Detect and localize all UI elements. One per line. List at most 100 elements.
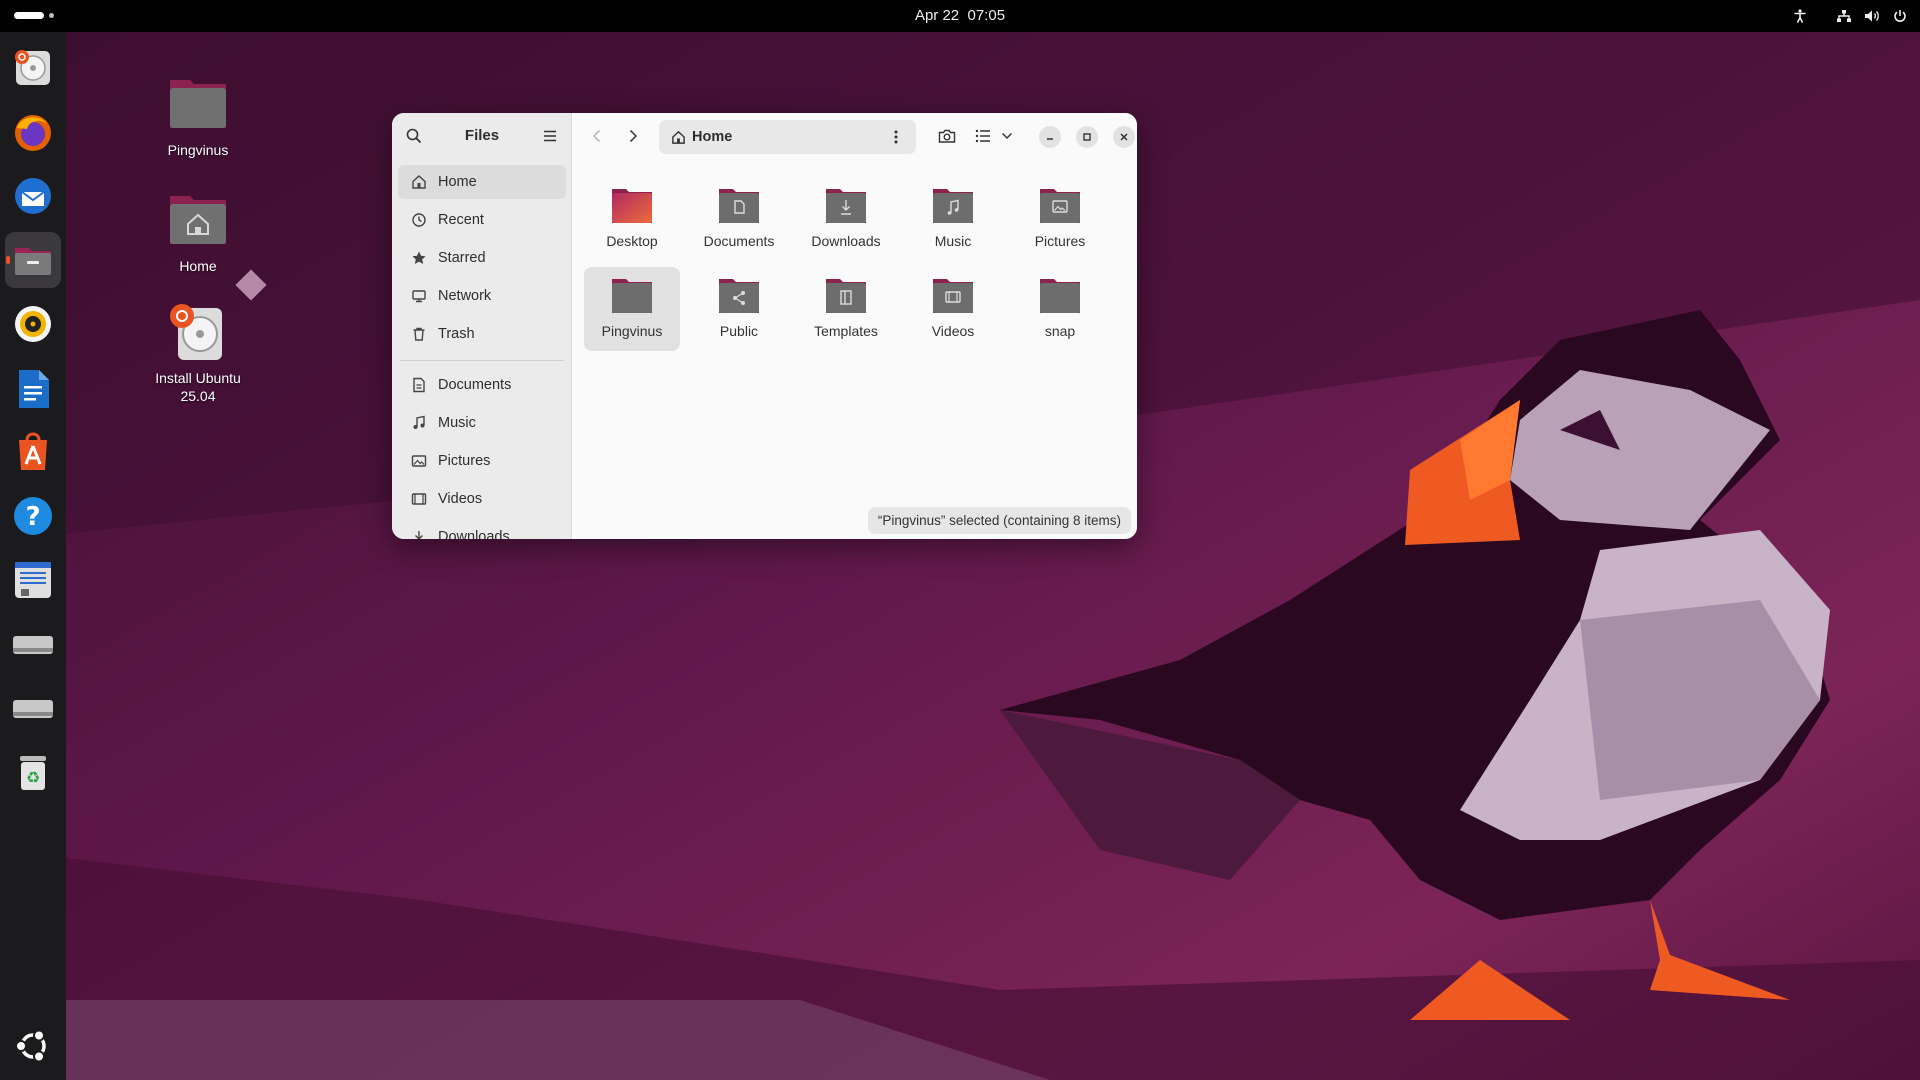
trash-icon [410, 325, 428, 343]
accessibility-icon[interactable] [1786, 0, 1814, 32]
thunderbird-dock-icon[interactable] [5, 168, 61, 224]
sidebar-item-label: Trash [438, 326, 475, 342]
file-item-label: Desktop [606, 233, 658, 249]
desktop-icon-install-ubuntu[interactable]: Install Ubuntu 25.04 [128, 300, 268, 405]
sidebar-item-starred[interactable]: Starred [398, 241, 566, 275]
minimize-button[interactable] [1039, 126, 1061, 148]
pictures-folder-icon [1040, 189, 1080, 223]
file-item-documents[interactable]: Documents [691, 177, 787, 261]
public-folder-icon [719, 279, 759, 313]
view-list-button[interactable] [969, 122, 997, 150]
sidebar-item-network[interactable]: Network [398, 279, 566, 313]
file-item-downloads[interactable]: Downloads [798, 177, 894, 261]
view-options-button[interactable] [997, 122, 1017, 150]
file-item-label: Documents [703, 233, 775, 249]
workspace-indicator-active[interactable] [14, 12, 44, 19]
label-line-2: 25.04 [180, 388, 216, 404]
music-folder-icon [933, 189, 973, 223]
folder-icon [170, 80, 226, 128]
sidebar-item-music[interactable]: Music [398, 406, 566, 440]
installer-icon [170, 304, 222, 360]
file-item-label: Pingvinus [601, 323, 663, 339]
home-icon [410, 173, 428, 191]
sidebar-item-home[interactable]: Home [398, 165, 566, 199]
path-bar[interactable]: Home [659, 120, 916, 154]
camera-folder-icon [938, 129, 956, 143]
sidebar-item-label: Network [438, 288, 492, 304]
forward-button[interactable] [619, 122, 647, 150]
trash-dock-icon[interactable]: ♻ [5, 744, 61, 800]
network-icon[interactable] [1830, 0, 1858, 32]
desktop-icon-label: Install Ubuntu 25.04 [128, 369, 268, 405]
desktop-icon-pingvinus[interactable]: Pingvinus [128, 72, 268, 159]
music-icon [410, 414, 428, 432]
file-item-label: snap [1044, 323, 1076, 339]
file-item-music[interactable]: Music [905, 177, 1001, 261]
clock-button[interactable]: Apr 22 07:05 [915, 7, 1005, 24]
ubuntu-logo-icon[interactable] [5, 1018, 61, 1074]
drive-dock-icon[interactable] [5, 616, 61, 672]
help-dock-icon[interactable]: ? [5, 488, 61, 544]
sidebar-header: Files [392, 113, 572, 159]
new-folder-button[interactable] [933, 122, 961, 150]
file-item-label: Public [719, 323, 759, 339]
files-sidebar: Files Home Recent Starred Network Trash [392, 113, 572, 539]
sidebar-item-label: Home [438, 174, 477, 190]
list-view-icon [975, 129, 990, 143]
home-folder-icon [170, 196, 226, 244]
document-icon [410, 376, 428, 394]
file-item-pictures[interactable]: Pictures [1012, 177, 1108, 261]
close-button[interactable] [1113, 126, 1135, 148]
videos-folder-icon [933, 279, 973, 313]
sidebar-item-downloads[interactable]: Downloads [398, 520, 566, 539]
main-menu-button[interactable] [536, 122, 564, 150]
network-icon [410, 287, 428, 305]
firefox-dock-icon[interactable] [5, 104, 61, 160]
file-item-desktop[interactable]: Desktop [584, 177, 680, 261]
chevron-down-icon [1001, 132, 1013, 140]
path-menu-button[interactable] [882, 123, 910, 151]
maximize-button[interactable] [1076, 126, 1098, 148]
workspace-indicator-dot[interactable] [49, 13, 54, 18]
file-item-pingvinus[interactable]: Pingvinus [584, 267, 680, 351]
clock: Apr 22 07:05 [0, 7, 1920, 24]
file-item-templates[interactable]: Templates [798, 267, 894, 351]
sidebar-item-pictures[interactable]: Pictures [398, 444, 566, 478]
sidebar-item-videos[interactable]: Videos [398, 482, 566, 516]
templates-folder-icon [826, 279, 866, 313]
downloads-folder-icon [826, 189, 866, 223]
sidebar-item-label: Starred [438, 250, 486, 266]
hamburger-icon [544, 130, 556, 142]
installer-dock-icon[interactable] [5, 40, 61, 96]
drive-dock-icon[interactable] [5, 680, 61, 736]
text-editor-dock-icon[interactable] [5, 552, 61, 608]
sidebar-item-trash[interactable]: Trash [398, 317, 566, 351]
files-dock-icon[interactable] [5, 232, 61, 288]
desktop-folder-icon [612, 189, 652, 223]
app-center-dock-icon[interactable] [5, 424, 61, 480]
back-button[interactable] [583, 122, 611, 150]
file-item-snap[interactable]: snap [1012, 267, 1108, 351]
sidebar-item-recent[interactable]: Recent [398, 203, 566, 237]
system-tray[interactable] [1786, 0, 1920, 32]
file-item-label: Downloads [811, 233, 881, 249]
sidebar-item-label: Videos [438, 491, 483, 507]
documents-folder-icon [719, 189, 759, 223]
file-item-videos[interactable]: Videos [905, 267, 1001, 351]
volume-icon[interactable] [1858, 0, 1886, 32]
path-segment-home[interactable]: Home [692, 129, 732, 145]
sidebar-item-label: Documents [438, 377, 512, 393]
rhythmbox-dock-icon[interactable] [5, 296, 61, 352]
file-item-label: Pictures [1034, 233, 1086, 249]
file-item-public[interactable]: Public [691, 267, 787, 351]
clock-date: Apr 22 [914, 7, 960, 24]
sidebar-item-label: Downloads [438, 529, 510, 539]
chevron-left-icon [592, 129, 601, 143]
sidebar-item-documents[interactable]: Documents [398, 368, 566, 402]
power-icon[interactable] [1886, 0, 1914, 32]
desktop-icon-home[interactable]: Home [128, 188, 268, 275]
home-icon [671, 130, 686, 145]
writer-dock-icon[interactable] [5, 360, 61, 416]
file-item-label: Templates [814, 323, 878, 339]
sidebar-item-label: Recent [438, 212, 484, 228]
